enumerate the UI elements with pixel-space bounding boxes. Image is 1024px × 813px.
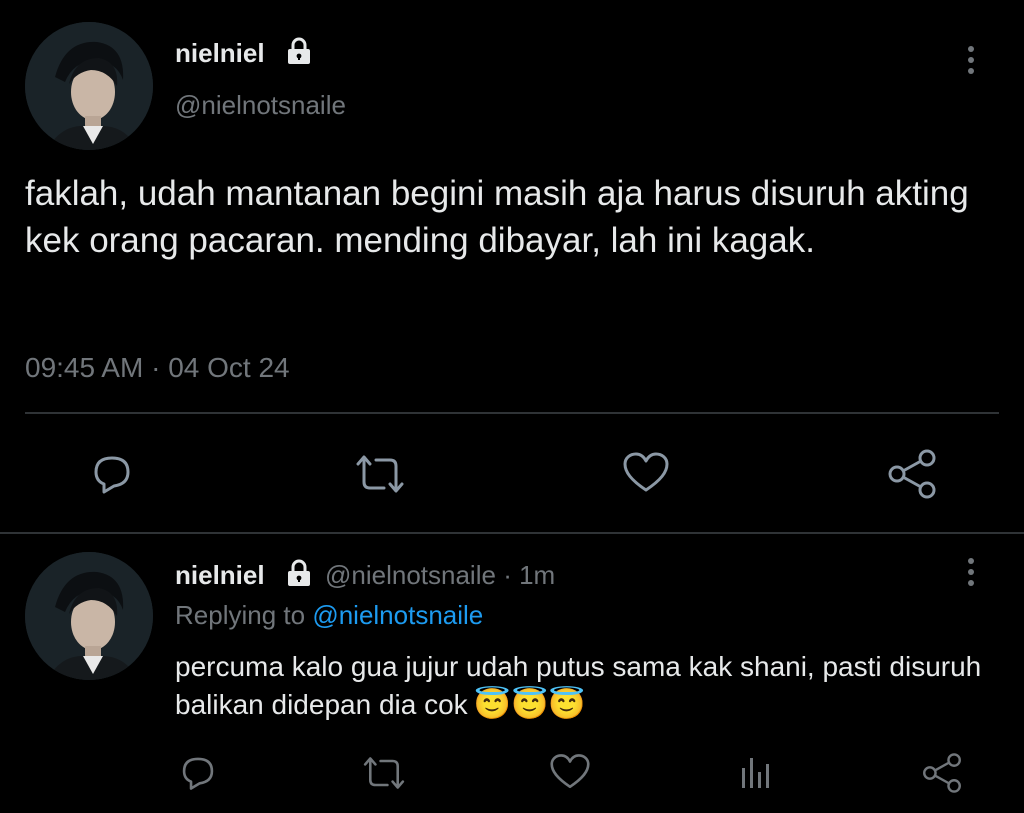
reply-more-options-icon[interactable] <box>966 558 976 591</box>
avatar-image <box>25 22 153 150</box>
share-icon[interactable] <box>920 752 964 794</box>
replying-to-label: Replying to <box>175 600 306 630</box>
tweet-time[interactable]: 09:45 AM <box>25 352 143 383</box>
analytics-icon[interactable] <box>738 754 774 790</box>
reply-text: percuma kalo gua jujur udah putus sama k… <box>175 648 995 724</box>
emoji-halo: 😇 <box>473 688 512 721</box>
tweet-date[interactable]: 04 Oct 24 <box>168 352 289 383</box>
meta-separator: · <box>503 560 512 590</box>
emoji-halo: 😇 <box>511 688 549 721</box>
reply-avatar[interactable] <box>25 552 153 680</box>
more-options-icon[interactable] <box>966 46 976 79</box>
reply-handle[interactable]: @nielnotsnaile <box>325 560 496 590</box>
reply-meta: @nielnotsnaile · 1m <box>325 560 555 591</box>
section-divider <box>0 532 1024 534</box>
divider <box>25 412 999 414</box>
meta-separator: · <box>151 352 161 383</box>
display-name[interactable]: nielniel <box>175 38 265 69</box>
like-icon[interactable] <box>548 752 592 792</box>
avatar-image <box>25 552 153 680</box>
replying-to: Replying to @nielnotsnaile <box>175 600 483 631</box>
reply-age[interactable]: 1m <box>519 560 555 590</box>
handle[interactable]: @nielnotsnaile <box>175 90 346 121</box>
emoji-halo: 😇 <box>548 688 586 721</box>
reply-icon[interactable] <box>176 752 220 792</box>
lock-icon <box>285 36 313 66</box>
like-icon[interactable] <box>621 450 671 496</box>
share-icon[interactable] <box>885 448 939 500</box>
tweet-text: faklah, udah mantanan begini masih aja h… <box>25 174 969 260</box>
reply-icon[interactable] <box>88 450 136 496</box>
lock-icon <box>285 558 313 588</box>
tweet-timestamp: 09:45 AM · 04 Oct 24 <box>25 352 290 384</box>
avatar[interactable] <box>25 22 153 150</box>
replying-to-handle-link[interactable]: @nielnotsnaile <box>312 600 483 630</box>
reply-display-name[interactable]: nielniel <box>175 560 265 591</box>
retweet-icon[interactable] <box>352 452 408 496</box>
retweet-icon[interactable] <box>360 754 408 792</box>
